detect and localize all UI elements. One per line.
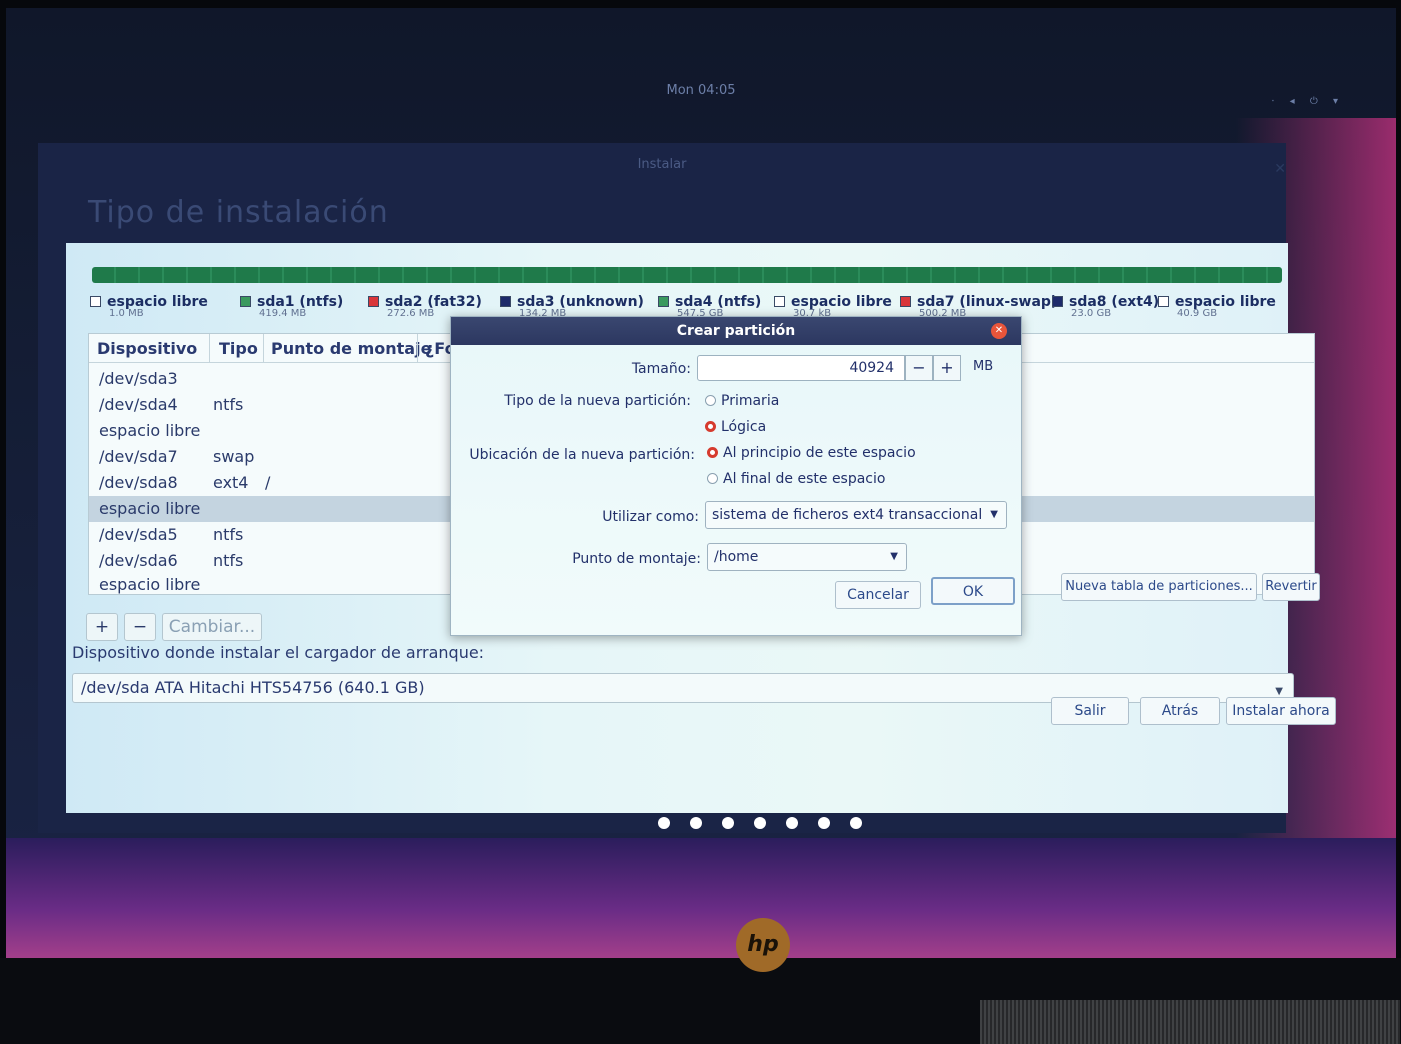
location-label: Ubicación de la nueva partición: — [469, 447, 695, 463]
progress-dot — [658, 817, 670, 829]
legend-item: espacio libre 1.0 MB — [90, 291, 208, 319]
column-mount[interactable]: Punto de montaje — [271, 339, 431, 358]
progress-dot — [690, 817, 702, 829]
mount-point-value: /home — [714, 549, 759, 565]
column-device[interactable]: Dispositivo — [97, 339, 197, 358]
progress-dot — [754, 817, 766, 829]
chevron-down-icon: ▼ — [990, 509, 998, 520]
legend-swatch — [900, 296, 911, 307]
chevron-down-icon: ▼ — [890, 551, 898, 562]
legend-swatch — [240, 296, 251, 307]
radio-off-icon — [707, 473, 718, 484]
type-logical-radio[interactable]: Lógica — [705, 419, 766, 435]
column-divider — [209, 334, 210, 362]
change-partition-button[interactable]: Cambiar... — [162, 613, 262, 641]
legend-swatch — [658, 296, 669, 307]
size-decrement-button[interactable]: − — [905, 355, 933, 381]
location-end-radio[interactable]: Al final de este espacio — [707, 471, 885, 487]
size-unit: MB — [973, 359, 994, 374]
speaker-grille — [980, 1000, 1400, 1044]
progress-dots — [658, 814, 882, 833]
radio-off-icon — [705, 395, 716, 406]
install-now-button[interactable]: Instalar ahora — [1226, 697, 1336, 725]
close-icon[interactable]: ✕ — [991, 323, 1007, 339]
legend-item: espacio libre 40.9 GB — [1158, 291, 1276, 319]
use-as-select[interactable]: sistema de ficheros ext4 transaccional ▼ — [705, 501, 1007, 529]
quit-button[interactable]: Salir — [1051, 697, 1129, 725]
clock[interactable]: Mon 04:05 — [666, 83, 735, 98]
remove-partition-button[interactable]: − — [124, 613, 156, 641]
add-partition-button[interactable]: + — [86, 613, 118, 641]
legend-swatch — [90, 296, 101, 307]
legend-swatch — [500, 296, 511, 307]
legend-item: espacio libre 30.7 kB — [774, 291, 892, 319]
progress-dot — [722, 817, 734, 829]
revert-button[interactable]: Revertir — [1262, 573, 1320, 601]
size-label: Tamaño: — [631, 361, 691, 377]
size-increment-button[interactable]: + — [933, 355, 961, 381]
disk-usage-bar — [92, 267, 1282, 283]
hp-logo: hp — [736, 918, 790, 972]
legend-swatch — [368, 296, 379, 307]
legend-swatch — [774, 296, 785, 307]
bootloader-device-value: /dev/sda ATA Hitachi HTS54756 (640.1 GB) — [81, 678, 425, 697]
legend-item: sda1 (ntfs) 419.4 MB — [240, 291, 343, 319]
radio-on-icon — [705, 421, 716, 432]
type-primary-radio[interactable]: Primaria — [705, 393, 779, 409]
page-title: Tipo de instalación — [88, 195, 389, 230]
mount-point-label: Punto de montaje: — [572, 551, 701, 567]
dialog-title: Crear partición — [451, 317, 1021, 345]
column-divider — [263, 334, 264, 362]
mount-point-combo[interactable]: /home ▼ — [707, 543, 907, 571]
legend-item: sda8 (ext4) 23.0 GB — [1052, 291, 1159, 319]
cancel-button[interactable]: Cancelar — [835, 581, 921, 609]
progress-dot — [818, 817, 830, 829]
progress-dot — [850, 817, 862, 829]
progress-dot — [786, 817, 798, 829]
column-divider — [417, 334, 418, 362]
legend-swatch — [1158, 296, 1169, 307]
legend-item: sda4 (ntfs) 547.5 GB — [658, 291, 761, 319]
ok-button[interactable]: OK — [931, 577, 1015, 605]
size-input[interactable]: 40924 — [697, 355, 905, 381]
legend-item: sda7 (linux-swap) 500.2 MB — [900, 291, 1057, 319]
new-partition-table-button[interactable]: Nueva tabla de particiones... — [1061, 573, 1257, 601]
close-icon[interactable]: ✕ — [1274, 161, 1286, 177]
legend-item: sda2 (fat32) 272.6 MB — [368, 291, 482, 319]
wallpaper-band — [6, 838, 1396, 958]
radio-on-icon — [707, 447, 718, 458]
back-button[interactable]: Atrás — [1140, 697, 1220, 725]
create-partition-dialog: Crear partición ✕ Tamaño: 40924 − + MB T… — [450, 316, 1022, 636]
bootloader-label: Dispositivo donde instalar el cargador d… — [72, 643, 485, 662]
partition-type-label: Tipo de la nueva partición: — [504, 393, 691, 409]
location-start-radio[interactable]: Al principio de este espacio — [707, 445, 916, 461]
use-as-label: Utilizar como: — [602, 509, 699, 525]
system-tray[interactable]: ⋅ ◂ ⏻ ▾ — [1271, 96, 1344, 107]
legend-item: sda3 (unknown) 134.2 MB — [500, 291, 644, 319]
column-type[interactable]: Tipo — [219, 339, 258, 358]
legend-swatch — [1052, 296, 1063, 307]
top-bar: Mon 04:05 — [6, 78, 1396, 104]
use-as-value: sistema de ficheros ext4 transaccional — [712, 507, 983, 523]
window-title: Instalar — [637, 157, 687, 172]
